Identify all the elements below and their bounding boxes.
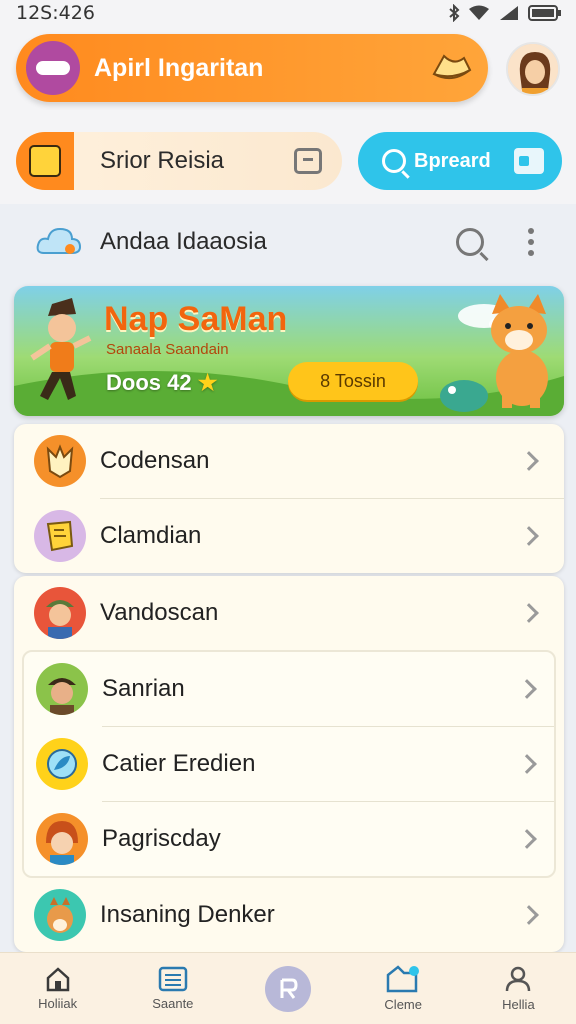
user-avatar-icon	[508, 44, 558, 94]
cloud-icon	[36, 227, 82, 254]
soldier-avatar-icon	[34, 587, 86, 639]
dice-icon	[16, 132, 74, 190]
nav-item-profile[interactable]: Hellia	[461, 953, 576, 1024]
user-avatar[interactable]	[506, 42, 560, 96]
list-item-label: Catier Eredien	[102, 750, 256, 777]
nav-item-home[interactable]: Holiiak	[0, 953, 115, 1024]
chevron-right-icon	[519, 603, 539, 623]
nav-item-list[interactable]: Saante	[115, 953, 230, 1024]
section-title: Andaa Idaaosia	[100, 228, 267, 255]
status-icons	[448, 4, 562, 22]
hat-icon[interactable]	[430, 50, 474, 86]
nav-label: Hellia	[502, 997, 535, 1012]
status-bar: 12S:426	[0, 0, 576, 26]
list-item[interactable]: Insaning Denker	[14, 878, 564, 952]
section-search-icon[interactable]	[456, 228, 484, 256]
banner-score: Doos 42 ★	[106, 370, 217, 396]
star-icon: ★	[197, 370, 218, 395]
list-item[interactable]: Sanrian	[24, 652, 554, 726]
chat-icon[interactable]	[294, 148, 322, 174]
fox-icon	[34, 435, 86, 487]
list-group-1: Codensan Clamdian	[14, 424, 564, 573]
home-icon	[46, 967, 69, 992]
squirrel-icon	[34, 889, 86, 941]
banner-action-button[interactable]: 8 Tossin	[288, 362, 418, 400]
app-logo-icon	[26, 41, 80, 95]
nav-label: Cleme	[384, 997, 422, 1012]
app-bar: Apirl Ingaritan	[0, 26, 576, 122]
nav-item-center[interactable]	[230, 953, 345, 1024]
list-item[interactable]: Codensan	[14, 424, 564, 498]
status-time: 12S:426	[16, 2, 95, 24]
wifi-icon	[469, 5, 489, 20]
banner-subtitle: Sanaala Saandain	[106, 341, 229, 358]
list-item[interactable]: Catier Eredien	[24, 727, 554, 801]
signal-icon	[500, 6, 518, 20]
adventurer-avatar-icon	[36, 663, 88, 715]
quick-card[interactable]: Srior Reisia	[16, 132, 342, 190]
chevron-right-icon	[519, 526, 539, 546]
app-title: Apirl Ingaritan	[94, 53, 264, 82]
list-item-label: Clamdian	[100, 522, 202, 549]
scroll-icon	[34, 510, 86, 562]
list-item[interactable]: Clamdian	[14, 499, 564, 573]
bottom-nav: Holiiak Saante Cleme Hellia	[0, 952, 576, 1024]
nav-label: Saante	[152, 996, 194, 1011]
redhead-avatar-icon	[36, 813, 88, 865]
list-item-label: Sanrian	[102, 675, 185, 702]
chevron-right-icon	[519, 451, 539, 471]
search-icon	[382, 149, 406, 173]
chevron-right-icon	[517, 754, 537, 774]
list-item-label: Vandoscan	[100, 599, 219, 626]
list-item-label: Insaning Denker	[100, 901, 275, 928]
runner-character-icon	[30, 298, 92, 400]
bluetooth-icon	[449, 4, 460, 22]
list-item[interactable]: Pagriscday	[24, 802, 554, 876]
folder-notification-icon	[386, 965, 420, 993]
nav-item-folder[interactable]: Cleme	[346, 953, 461, 1024]
search-button-label: Bpreard	[414, 149, 491, 172]
leaf-badge-icon	[36, 738, 88, 790]
battery-icon	[528, 5, 561, 21]
banner-score-text: Doos 42	[106, 370, 192, 395]
fox-mascot-icon	[491, 294, 548, 408]
list-item-label: Pagriscday	[102, 825, 221, 852]
nested-list: Sanrian Catier Eredien Pagriscday	[22, 650, 556, 878]
app-title-bar[interactable]: Apirl Ingaritan	[16, 34, 488, 102]
list-group-2: Vandoscan Sanrian Catier Eredien Pagrisc…	[14, 576, 564, 952]
section-header: Andaa Idaaosia	[0, 214, 576, 270]
chevron-right-icon	[517, 829, 537, 849]
more-options-icon[interactable]	[528, 228, 534, 256]
quick-card-label: Srior Reisia	[100, 147, 225, 174]
chevron-right-icon	[519, 905, 539, 925]
profile-icon	[506, 966, 531, 992]
quick-actions: Srior Reisia Bpreard	[0, 122, 576, 204]
image-icon	[514, 148, 544, 174]
center-action-icon	[265, 965, 311, 1012]
nav-label: Holiiak	[38, 996, 78, 1011]
banner-title: Nap SaMan	[104, 300, 288, 338]
chevron-right-icon	[517, 679, 537, 699]
list-item[interactable]: Vandoscan	[14, 576, 564, 650]
search-button[interactable]: Bpreard	[358, 132, 562, 190]
promo-banner[interactable]: Nap SaMan Sanaala Saandain Doos 42 ★ 8 T…	[14, 286, 564, 416]
list-icon	[158, 966, 188, 992]
list-item-label: Codensan	[100, 447, 210, 474]
